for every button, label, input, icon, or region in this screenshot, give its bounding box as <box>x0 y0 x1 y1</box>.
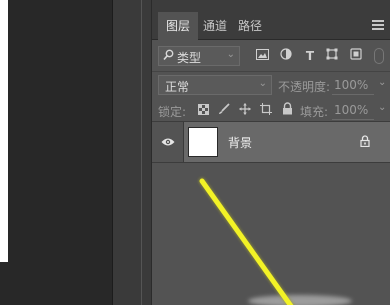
document-canvas-area[interactable] <box>0 0 112 305</box>
dock-divider <box>141 0 142 305</box>
lock-fill-row: 锁定: 填充: 100% ⌄ <box>152 98 390 122</box>
layers-panel: 图层 通道 路径 类型 ⌄ T 正常 ⌄ 不透明度: 100% ⌄ 锁定: 填充… <box>151 0 390 305</box>
blend-mode-value: 正常 <box>165 80 190 94</box>
smart-object-filter-icon[interactable] <box>348 48 364 64</box>
tab-paths[interactable]: 路径 <box>232 12 268 40</box>
filter-kind-select[interactable]: 类型 ⌄ <box>158 46 240 66</box>
layer-visibility-toggle[interactable] <box>152 122 184 162</box>
opacity-value: 100% <box>334 78 369 92</box>
lock-icon <box>360 135 370 150</box>
panel-menu-icon[interactable] <box>372 20 384 32</box>
tab-channels[interactable]: 通道 <box>198 12 232 40</box>
lock-artboard-icon[interactable] <box>260 103 272 118</box>
opacity-label: 不透明度: <box>278 80 331 94</box>
tab-layers[interactable]: 图层 <box>158 12 198 40</box>
lock-position-icon[interactable] <box>239 103 251 118</box>
lock-label: 锁定: <box>158 105 187 119</box>
filter-toggle-switch[interactable] <box>374 48 384 64</box>
collapsed-dock-column <box>113 0 151 305</box>
chevron-down-icon[interactable]: ⌄ <box>378 77 386 88</box>
panel-tab-bar: 图层 通道 路径 <box>152 12 390 40</box>
canvas-document-edge <box>0 0 8 262</box>
image-filter-icon[interactable] <box>254 48 270 64</box>
layer-filter-row: 类型 ⌄ T <box>152 41 390 71</box>
lock-all-icon[interactable] <box>282 102 293 118</box>
layer-row-background[interactable]: 背景 <box>152 121 390 163</box>
shape-filter-icon[interactable] <box>324 48 340 64</box>
blend-mode-select[interactable]: 正常 ⌄ <box>158 75 272 95</box>
filter-kind-label: 类型 <box>177 51 202 65</box>
type-filter-icon[interactable]: T <box>302 48 318 64</box>
fill-value: 100% <box>334 103 369 117</box>
chevron-down-icon: ⌄ <box>258 78 267 89</box>
layer-thumbnail <box>188 127 218 157</box>
fill-label: 填充: <box>300 105 329 119</box>
eye-icon <box>161 136 175 150</box>
opacity-field[interactable]: 100% <box>332 76 374 95</box>
fill-field[interactable]: 100% <box>332 101 374 120</box>
chevron-down-icon[interactable]: ⌄ <box>378 102 386 113</box>
blend-opacity-row: 正常 ⌄ 不透明度: 100% ⌄ <box>152 72 390 98</box>
chevron-down-icon: ⌄ <box>226 49 235 60</box>
panel-header-strip <box>152 0 390 12</box>
lock-image-pixels-icon[interactable] <box>218 103 230 118</box>
lock-transparent-pixels-icon[interactable] <box>198 104 209 118</box>
adjustment-filter-icon[interactable] <box>278 48 294 64</box>
search-icon <box>163 49 174 64</box>
layer-name[interactable]: 背景 <box>228 134 252 151</box>
